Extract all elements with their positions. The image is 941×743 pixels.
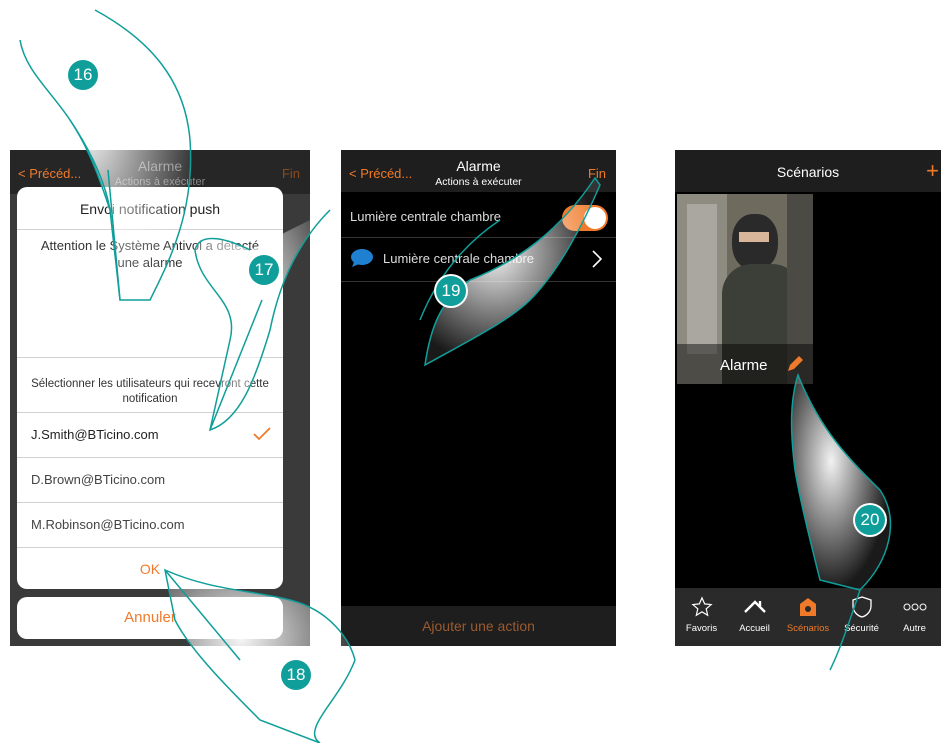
step-badge: 16: [68, 60, 98, 90]
user-email: D.Brown@BTicino.com: [31, 472, 166, 487]
screen-actions: < Précéd... Alarme Actions à exécuter Fi…: [341, 150, 616, 646]
header-subtitle: Actions à exécuter: [435, 176, 522, 188]
step-badge: 20: [855, 505, 885, 535]
action-item-label: Lumière centrale chambre: [383, 251, 535, 266]
toggle-row: Lumière centrale chambre: [341, 200, 616, 234]
done-button[interactable]: Fin: [588, 166, 606, 181]
nav-label: Accueil: [739, 623, 770, 634]
bottom-nav: Favoris Accueil Scénarios Sécurité Autre: [675, 588, 941, 646]
users-prompt: Sélectionner les utilisateurs qui recevr…: [31, 378, 269, 405]
step-badge: 17: [249, 255, 279, 285]
header-title: Alarme: [137, 158, 183, 174]
chevron-right-icon: [592, 250, 602, 268]
nav-item-favoris[interactable]: Favoris: [675, 588, 728, 646]
scenario-label: Alarme: [720, 357, 768, 374]
user-row[interactable]: D.Brown@BTicino.com: [17, 458, 283, 502]
edit-pencil-icon[interactable]: [785, 354, 805, 374]
light-toggle[interactable]: [562, 205, 608, 231]
scenarios-icon: [800, 598, 816, 616]
add-scenario-button[interactable]: +: [926, 158, 939, 184]
cancel-button[interactable]: Annuler: [17, 597, 283, 639]
add-action-bar[interactable]: Ajouter une action: [341, 606, 616, 646]
cancel-label: Annuler: [124, 609, 176, 626]
checkmark-icon: [253, 427, 271, 441]
message-field[interactable]: Attention le Système Antivol a détecté u…: [31, 237, 269, 271]
home-icon: [743, 600, 766, 613]
star-icon: [690, 596, 713, 617]
notification-dialog: Envoi notification push Attention le Sys…: [17, 187, 283, 589]
more-icon: [903, 603, 926, 611]
nav-label: Autre: [903, 623, 926, 634]
nav-item-securite[interactable]: Sécurité: [835, 588, 888, 646]
user-email: J.Smith@BTicino.com: [31, 427, 159, 442]
screen-notification-dialog: < Précéd... Alarme Actions à exécuter Fi…: [10, 150, 310, 646]
dialog-title: Envoi notification push: [79, 201, 221, 217]
nav-item-autre[interactable]: Autre: [888, 588, 941, 646]
scenario-card[interactable]: Alarme: [677, 194, 813, 384]
shield-icon: [851, 596, 872, 618]
nav-label: Scénarios: [786, 623, 830, 634]
step-badge: 19: [436, 276, 466, 306]
screen-scenarios: Scénarios + Alarme Favoris Accueil Scéna…: [675, 150, 941, 646]
header-title: Alarme: [456, 158, 501, 174]
header-title: Scénarios: [776, 164, 840, 180]
nav-item-accueil[interactable]: Accueil: [728, 588, 781, 646]
nav-label: Sécurité: [844, 623, 879, 634]
action-item[interactable]: Lumière centrale chambre: [341, 238, 616, 280]
add-action-button[interactable]: Ajouter une action: [422, 618, 535, 634]
ok-button[interactable]: OK: [17, 561, 283, 577]
toggle-label: Lumière centrale chambre: [350, 209, 502, 224]
user-row[interactable]: J.Smith@BTicino.com: [17, 413, 283, 457]
message-icon: [351, 249, 373, 267]
header: Scénarios +: [675, 150, 941, 192]
nav-label: Favoris: [685, 623, 718, 634]
user-row[interactable]: M.Robinson@BTicino.com: [17, 503, 283, 547]
header: < Précéd... Alarme Actions à exécuter Fi…: [341, 150, 616, 192]
nav-item-scenarios[interactable]: Scénarios: [781, 588, 835, 646]
done-button[interactable]: Fin: [282, 166, 300, 181]
step-badge: 18: [281, 660, 311, 690]
user-email: M.Robinson@BTicino.com: [31, 517, 185, 532]
